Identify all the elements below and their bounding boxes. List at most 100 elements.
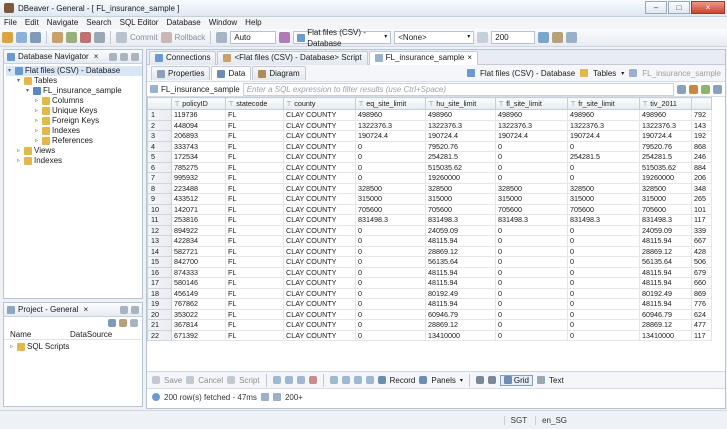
table-cell[interactable]: 119736 bbox=[171, 109, 226, 121]
table-cell[interactable]: CLAY COUNTY bbox=[283, 140, 356, 152]
table-cell[interactable]: 0 bbox=[567, 277, 640, 289]
record-icon[interactable] bbox=[377, 376, 386, 384]
table-cell[interactable]: 498960 bbox=[567, 109, 640, 121]
table-cell[interactable]: FL bbox=[225, 130, 284, 142]
table-cell[interactable]: 456149 bbox=[171, 287, 226, 299]
table-cell[interactable]: 28869.12 bbox=[639, 319, 692, 331]
schema-select[interactable]: <None> ▾ bbox=[394, 31, 475, 44]
table-cell[interactable]: CLAY COUNTY bbox=[283, 214, 356, 226]
tree-node[interactable]: ▹ References bbox=[6, 136, 142, 146]
maximize-view-icon[interactable] bbox=[131, 305, 139, 314]
next-page-icon[interactable] bbox=[353, 376, 362, 384]
expand-arrow-icon[interactable]: ▹ bbox=[33, 136, 40, 146]
table-cell[interactable]: 0 bbox=[495, 277, 568, 289]
table-cell[interactable]: 339 bbox=[691, 224, 712, 236]
table-cell[interactable]: 24059.09 bbox=[639, 224, 692, 236]
table-cell[interactable]: 48115.94 bbox=[425, 235, 496, 247]
column-header[interactable]: ⊤ county bbox=[283, 97, 356, 110]
tree-node[interactable]: ▾ FL_insurance_sample bbox=[6, 86, 142, 96]
table-cell[interactable]: 192 bbox=[691, 130, 712, 142]
filter-icon[interactable] bbox=[677, 84, 686, 94]
first-page-icon[interactable] bbox=[329, 376, 338, 384]
record-button[interactable]: Record bbox=[390, 376, 416, 385]
subtab-diagram[interactable]: Diagram bbox=[252, 66, 306, 80]
tree-node[interactable]: ▾ Flat files (CSV) - Database bbox=[6, 66, 142, 76]
table-cell[interactable]: 0 bbox=[495, 161, 568, 173]
save-icon[interactable] bbox=[30, 32, 41, 43]
table-cell[interactable]: 328500 bbox=[425, 182, 496, 194]
prev-page-icon[interactable] bbox=[341, 376, 350, 384]
commit-button[interactable]: Commit bbox=[130, 33, 158, 42]
table-row[interactable]: 22 671392 FL CLAY COUNTY 0 13410000 0 0 13410000… bbox=[147, 329, 712, 341]
collapse-all-icon[interactable] bbox=[109, 52, 117, 61]
table-row[interactable]: 15 842700 FL CLAY COUNTY 0 56135.64 0 0 56135.64… bbox=[147, 256, 712, 268]
table-cell[interactable]: 0 bbox=[355, 319, 426, 331]
table-cell[interactable]: FL bbox=[225, 235, 284, 247]
tree-node[interactable]: ▹ Foreign Keys bbox=[6, 116, 142, 126]
table-cell[interactable]: FL bbox=[225, 172, 284, 184]
open-icon[interactable] bbox=[16, 32, 27, 43]
table-cell[interactable]: 448094 bbox=[171, 119, 226, 131]
table-row[interactable]: 8 223488 FL CLAY COUNTY 328500 328500 328500 32… bbox=[147, 182, 712, 194]
table-cell[interactable]: 142071 bbox=[171, 203, 226, 215]
table-cell[interactable]: CLAY COUNTY bbox=[283, 203, 356, 215]
table-cell[interactable]: 0 bbox=[567, 256, 640, 268]
clear-filter-icon[interactable] bbox=[689, 84, 698, 94]
rollback-button[interactable]: Rollback bbox=[175, 33, 206, 42]
table-cell[interactable]: 831498.3 bbox=[567, 214, 640, 226]
table-row[interactable]: 3 206893 FL CLAY COUNTY 190724.4 190724.4 1907… bbox=[147, 130, 712, 142]
editor-tab[interactable]: Connections bbox=[149, 50, 217, 65]
table-row[interactable]: 7 995932 FL CLAY COUNTY 0 19260000 0 0 19260000 2… bbox=[147, 172, 712, 184]
table-cell[interactable]: 56135.64 bbox=[425, 256, 496, 268]
editor-tab[interactable]: <Flat files (CSV) - Database> Script bbox=[217, 50, 368, 65]
table-row[interactable]: 19 767862 FL CLAY COUNTY 0 48115.94 0 0 48115.94… bbox=[147, 298, 712, 310]
close-icon[interactable]: × bbox=[83, 305, 88, 314]
add-row-icon[interactable] bbox=[284, 376, 293, 384]
history-forward-icon[interactable] bbox=[713, 84, 722, 94]
table-cell[interactable]: 0 bbox=[567, 329, 640, 341]
table-cell[interactable]: 190724.4 bbox=[495, 130, 568, 142]
table-cell[interactable]: 0 bbox=[495, 287, 568, 299]
table-cell[interactable]: 679 bbox=[691, 266, 712, 278]
table-cell[interactable]: 1322376.3 bbox=[567, 119, 640, 131]
table-cell[interactable]: 0 bbox=[567, 172, 640, 184]
column-header[interactable]: ⊤ tiv_2011 bbox=[639, 97, 692, 110]
table-cell[interactable]: 0 bbox=[567, 161, 640, 173]
table-cell[interactable]: CLAY COUNTY bbox=[283, 277, 356, 289]
column-name-header[interactable]: Name bbox=[10, 330, 70, 339]
history-back-icon[interactable] bbox=[701, 84, 710, 94]
menu-file[interactable]: File bbox=[0, 17, 21, 29]
table-cell[interactable]: 206 bbox=[691, 172, 712, 184]
table-cell[interactable]: 0 bbox=[495, 235, 568, 247]
table-cell[interactable]: 56135.64 bbox=[639, 256, 692, 268]
table-cell[interactable]: CLAY COUNTY bbox=[283, 161, 356, 173]
tree-node[interactable]: ▹ Columns bbox=[6, 96, 142, 106]
column-header[interactable] bbox=[691, 97, 712, 110]
table-cell[interactable]: FL bbox=[225, 203, 284, 215]
table-cell[interactable]: 254281.5 bbox=[639, 151, 692, 163]
cancel-icon[interactable] bbox=[186, 376, 195, 384]
table-cell[interactable]: 498960 bbox=[355, 109, 426, 121]
table-cell[interactable]: 1322376.3 bbox=[639, 119, 692, 131]
table-cell[interactable]: 79520.76 bbox=[639, 140, 692, 152]
table-cell[interactable]: CLAY COUNTY bbox=[283, 130, 356, 142]
table-cell[interactable]: 428 bbox=[691, 245, 712, 257]
column-header[interactable]: ⊤ hu_site_limit bbox=[425, 97, 496, 110]
table-cell[interactable]: CLAY COUNTY bbox=[283, 119, 356, 131]
transaction-icon[interactable] bbox=[216, 32, 228, 43]
search-icon[interactable] bbox=[566, 32, 578, 43]
table-cell[interactable]: 0 bbox=[355, 151, 426, 163]
table-cell[interactable]: CLAY COUNTY bbox=[283, 256, 356, 268]
table-cell[interactable]: CLAY COUNTY bbox=[283, 182, 356, 194]
table-cell[interactable]: 0 bbox=[355, 140, 426, 152]
row-count[interactable]: 200+ bbox=[285, 393, 303, 402]
table-cell[interactable]: 498960 bbox=[639, 109, 692, 121]
table-cell[interactable]: 0 bbox=[355, 329, 426, 341]
table-cell[interactable]: 0 bbox=[567, 235, 640, 247]
table-cell[interactable]: CLAY COUNTY bbox=[283, 235, 356, 247]
table-row[interactable]: 17 580146 FL CLAY COUNTY 0 48115.94 0 0 48115.94… bbox=[147, 277, 712, 289]
table-cell[interactable]: 705600 bbox=[355, 203, 426, 215]
table-row[interactable]: 1 119736 FL CLAY COUNTY 498960 498960 498960 49… bbox=[147, 109, 712, 121]
table-cell[interactable]: FL bbox=[225, 161, 284, 173]
table-cell[interactable]: 328500 bbox=[355, 182, 426, 194]
